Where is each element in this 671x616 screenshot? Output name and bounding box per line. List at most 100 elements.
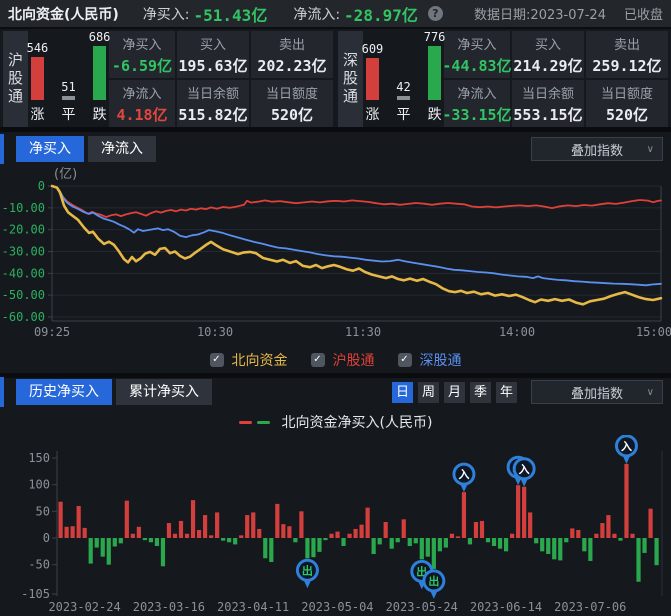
svg-text:0: 0	[38, 179, 45, 193]
history-tabs: 历史净买入 累计净买入	[16, 379, 212, 405]
intraday-line-chart: 0 -10.00 -20.00 -30.00 -40.00 -50.00 -60.0009:…	[0, 179, 671, 347]
legend-item-shengutong[interactable]: ✓ 深股通	[398, 350, 462, 370]
overlay-index-select[interactable]: 叠加指数 ∨	[531, 380, 663, 404]
up-count-column: 609涨	[362, 42, 384, 124]
period-year-button[interactable]: 年	[496, 382, 517, 403]
metric-buy: 买入195.63亿	[177, 31, 249, 78]
metric-daily-quota: 当日额度520亿	[251, 80, 333, 127]
data-date: 数据日期:2023-07-24	[474, 4, 606, 23]
svg-text:2023-02-24: 2023-02-24	[48, 600, 120, 614]
up-count-bar	[31, 57, 44, 100]
down-count-column: 686跌	[89, 30, 111, 124]
intraday-tabs: 净买入 净流入	[16, 136, 156, 162]
page-title: 北向资金(人民币)	[8, 4, 119, 24]
green-dash-icon	[257, 421, 270, 424]
checkbox-checked-icon[interactable]: ✓	[311, 353, 325, 367]
svg-text:0: 0	[43, 531, 50, 545]
metric-sell: 卖出202.23亿	[251, 31, 333, 78]
net-inflow-value: -28.97亿	[344, 2, 418, 26]
period-quarter-button[interactable]: 季	[470, 382, 491, 403]
svg-text:2023-05-24: 2023-05-24	[386, 600, 458, 614]
up-count-bar	[366, 58, 379, 100]
legend-item-north[interactable]: ✓ 北向资金	[210, 350, 288, 370]
net-inflow-label: 净流入:	[293, 4, 340, 24]
tab-history-net-buy[interactable]: 历史净买入	[16, 379, 112, 405]
section-accent-bar	[0, 134, 4, 164]
svg-text:出: 出	[428, 574, 439, 588]
section-divider	[0, 127, 671, 132]
period-week-button[interactable]: 周	[418, 382, 439, 403]
flat-count-bar	[397, 96, 410, 100]
flat-count-column: 51平	[61, 80, 75, 124]
svg-text:09:25: 09:25	[34, 325, 70, 339]
tab-net-buy[interactable]: 净买入	[16, 136, 84, 162]
legend-label: 沪股通	[333, 350, 375, 370]
metric-daily-balance: 当日余额515.82亿	[177, 80, 249, 127]
svg-text:2023-05-04: 2023-05-04	[301, 600, 373, 614]
northbound-capital-dashboard: 北向资金(人民币) 净买入: -51.43亿 净流入: -28.97亿 ? 数据…	[0, 0, 671, 616]
history-bar-chart: 150 100 50 0 -50 -1052023-02-24 2023-03-16 2023…	[0, 435, 671, 616]
panel-name-label: 深股通	[338, 31, 363, 127]
flat-count-column: 42平	[396, 80, 410, 124]
checkbox-checked-icon[interactable]: ✓	[210, 353, 224, 367]
svg-text:出: 出	[302, 563, 313, 577]
svg-text:15:00: 15:00	[636, 325, 671, 339]
svg-text:2023-07-06: 2023-07-06	[554, 600, 626, 614]
svg-text:150: 150	[28, 451, 50, 465]
intraday-toolbar: 净买入 净流入 叠加指数 ∨	[0, 136, 671, 162]
svg-text:14:00: 14:00	[499, 325, 535, 339]
down-count-bar	[428, 46, 441, 100]
history-legend-label: 北向资金净买入(人民币)	[282, 412, 433, 432]
metric-buy: 买入214.29亿	[512, 31, 584, 78]
svg-text:-105: -105	[21, 587, 50, 601]
period-month-button[interactable]: 月	[444, 382, 465, 403]
svg-text:-30.00: -30.00	[2, 245, 45, 259]
net-buy-value: -51.43亿	[194, 2, 268, 26]
svg-text:2023-03-16: 2023-03-16	[133, 600, 205, 614]
chevron-down-icon: ∨	[647, 387, 654, 398]
topbar: 北向资金(人民币) 净买入: -51.43亿 净流入: -28.97亿 ? 数据…	[0, 0, 671, 29]
section-divider	[0, 373, 671, 378]
tab-cumulative-net-buy[interactable]: 累计净买入	[116, 379, 212, 405]
svg-text:入: 入	[621, 440, 632, 453]
svg-text:100: 100	[28, 478, 50, 492]
svg-text:10:30: 10:30	[197, 325, 233, 339]
svg-text:-60.00: -60.00	[2, 310, 45, 324]
svg-text:-10.00: -10.00	[2, 201, 45, 215]
svg-text:-50: -50	[28, 558, 50, 572]
market-status-badge: 已收盘	[624, 4, 663, 23]
chevron-down-icon: ∨	[647, 144, 654, 155]
up-flat-down-chart: 546涨 51平 686跌	[30, 31, 107, 127]
metric-net-inflow: 净流入-33.15亿	[444, 80, 510, 127]
period-day-button[interactable]: 日	[392, 382, 413, 403]
legend-item-hugutong[interactable]: ✓ 沪股通	[311, 350, 375, 370]
svg-text:入: 入	[458, 468, 469, 481]
svg-text:11:30: 11:30	[345, 325, 381, 339]
svg-text:2023-06-14: 2023-06-14	[470, 600, 542, 614]
help-icon[interactable]: ?	[428, 6, 443, 21]
svg-text:2023-04-11: 2023-04-11	[217, 600, 289, 614]
svg-text:-40.00: -40.00	[2, 266, 45, 280]
history-toolbar: 历史净买入 累计净买入 日 周 月 季 年 叠加指数 ∨	[0, 379, 671, 405]
intraday-legend: ✓ 北向资金 ✓ 沪股通 ✓ 深股通	[0, 350, 671, 370]
legend-label: 北向资金	[232, 350, 288, 370]
metric-net-buy: 净买入-6.59亿	[109, 31, 175, 78]
checkbox-checked-icon[interactable]: ✓	[398, 353, 412, 367]
metric-sell: 卖出259.12亿	[586, 31, 668, 78]
svg-text:-20.00: -20.00	[2, 223, 45, 237]
period-buttons: 日 周 月 季 年	[392, 382, 517, 403]
down-count-bar	[93, 46, 106, 100]
summary-panels: 沪股通 净买入-6.59亿 买入195.63亿 卖出202.23亿 546涨 5…	[0, 31, 671, 127]
svg-text:-50.00: -50.00	[2, 288, 45, 302]
overlay-index-select[interactable]: 叠加指数 ∨	[531, 137, 663, 161]
panel-name-label: 沪股通	[3, 31, 28, 127]
net-buy-label: 净买入:	[143, 4, 190, 24]
red-dash-icon	[239, 421, 252, 424]
metric-net-inflow: 净流入4.18亿	[109, 80, 175, 127]
up-count-column: 546涨	[27, 41, 49, 124]
panel-shengutong: 深股通 净买入-44.83亿 买入214.29亿 卖出259.12亿 609涨 …	[338, 31, 668, 127]
metric-daily-quota: 当日额度520亿	[586, 80, 668, 127]
section-accent-bar	[0, 377, 4, 407]
svg-text:50: 50	[36, 504, 50, 518]
tab-net-inflow[interactable]: 净流入	[88, 136, 156, 162]
